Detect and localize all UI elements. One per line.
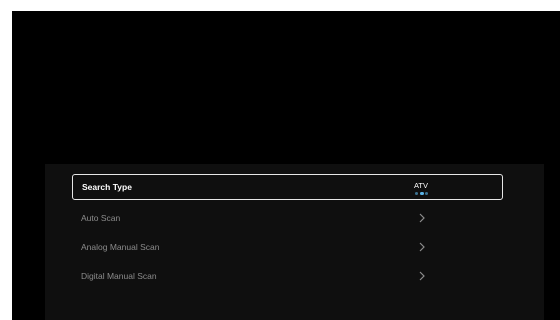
option-indicator-dots — [414, 191, 430, 196]
auto-scan-item[interactable]: Auto Scan — [72, 205, 503, 231]
analog-manual-scan-label: Analog Manual Scan — [81, 242, 160, 252]
digital-manual-scan-label: Digital Manual Scan — [81, 271, 157, 281]
tv-screen: Search Type ATV Auto Scan Analog Manual … — [12, 11, 560, 320]
channel-scan-menu: Search Type ATV Auto Scan Analog Manual … — [45, 164, 544, 320]
auto-scan-label: Auto Scan — [81, 213, 121, 223]
search-type-item[interactable]: Search Type ATV — [72, 174, 503, 200]
chevron-right-icon — [419, 213, 425, 223]
search-type-label: Search Type — [82, 182, 132, 192]
chevron-right-icon — [419, 271, 425, 281]
analog-manual-scan-item[interactable]: Analog Manual Scan — [72, 234, 503, 260]
search-type-value: ATV — [413, 181, 429, 190]
chevron-right-icon — [419, 242, 425, 252]
digital-manual-scan-item[interactable]: Digital Manual Scan — [72, 263, 503, 289]
tv-frame: Search Type ATV Auto Scan Analog Manual … — [0, 0, 560, 320]
